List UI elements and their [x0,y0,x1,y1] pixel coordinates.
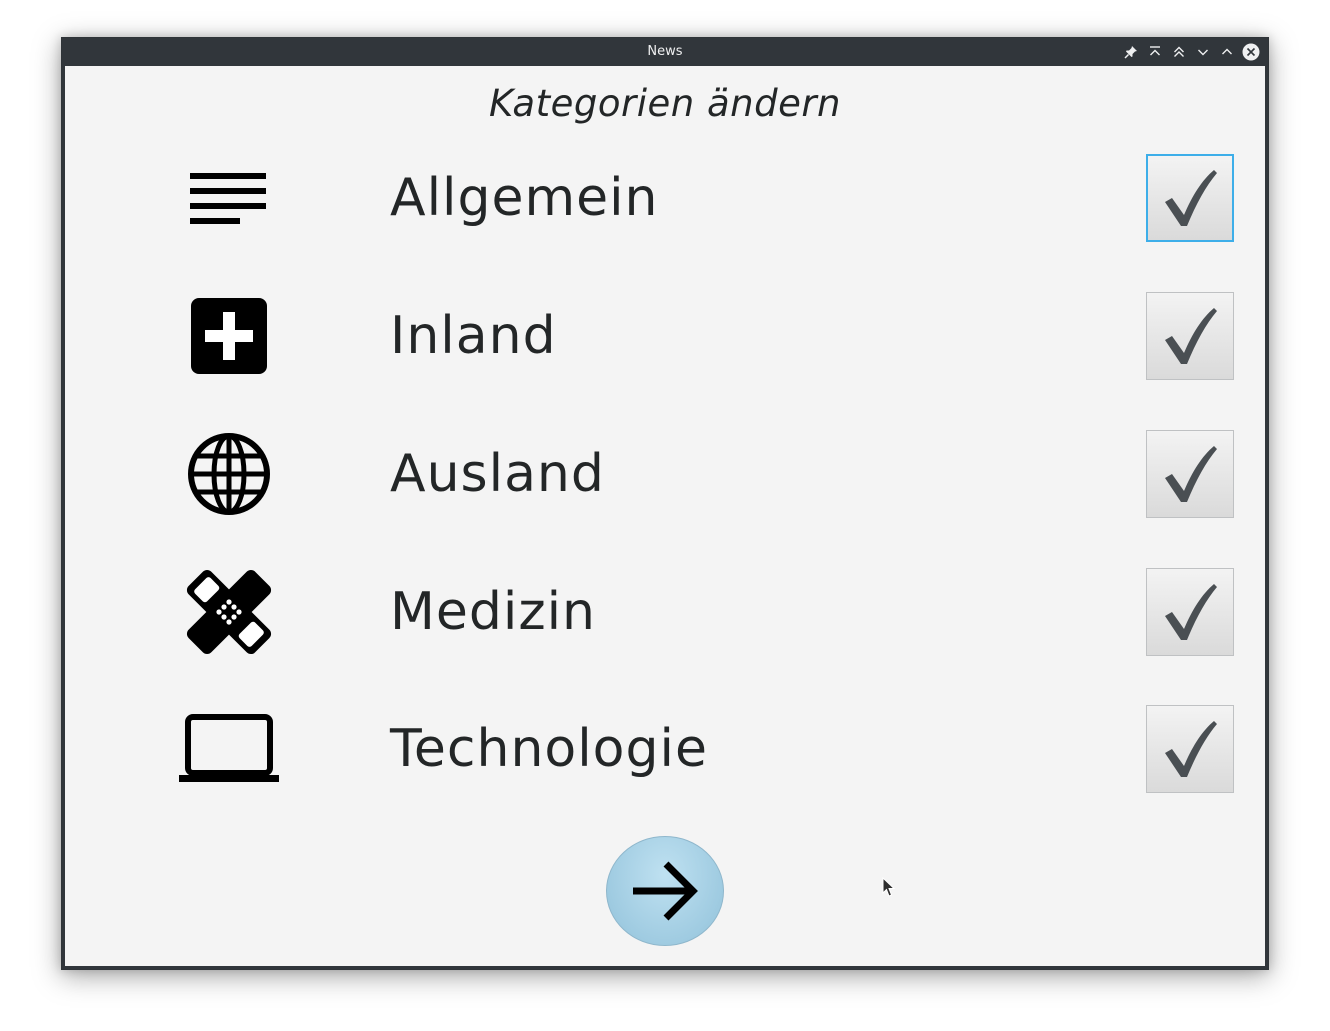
mouse-cursor-icon [882,876,896,903]
category-label: Allgemein [390,168,659,228]
category-label: Medizin [390,582,597,642]
news-window: News Kategorien ändern Allgemein Inland … [61,37,1269,970]
category-checkbox-ausland[interactable] [1146,430,1234,518]
category-row-technologie: Technologie [62,704,1268,794]
category-label: Technologie [390,719,708,779]
category-row-allgemein: Allgemein [62,153,1268,243]
checkmark-icon [1165,446,1217,502]
category-row-ausland: Ausland [62,429,1268,519]
medical-cross-icon [177,291,281,381]
titlebar-buttons [1122,42,1260,62]
category-row-inland: Inland [62,291,1268,381]
titlebar[interactable]: News [62,38,1268,66]
category-checkbox-technologie[interactable] [1146,705,1234,793]
globe-icon [177,429,281,519]
category-checkbox-medizin[interactable] [1146,568,1234,656]
category-checkbox-inland[interactable] [1146,292,1234,380]
laptop-icon [177,704,281,794]
text-lines-icon [177,153,281,243]
category-checkbox-allgemein[interactable] [1146,154,1234,242]
checkmark-icon [1165,584,1217,640]
close-icon[interactable] [1242,43,1260,61]
bandage-icon [177,567,281,657]
checkmark-icon [1165,308,1217,364]
arrow-right-icon [633,861,698,921]
page-title: Kategorien ändern [488,82,841,125]
checkmark-icon [1165,170,1217,226]
shade-icon[interactable] [1170,43,1188,61]
category-label: Inland [390,306,557,366]
keep-above-icon[interactable] [1146,43,1164,61]
window-border-bottom [62,966,1268,969]
maximize-icon[interactable] [1218,43,1236,61]
minimize-icon[interactable] [1194,43,1212,61]
pin-icon[interactable] [1122,43,1140,61]
checkmark-icon [1165,721,1217,777]
window-title: News [647,44,683,59]
category-label: Ausland [390,444,605,504]
category-row-medizin: Medizin [62,567,1268,657]
next-button[interactable] [606,836,724,946]
